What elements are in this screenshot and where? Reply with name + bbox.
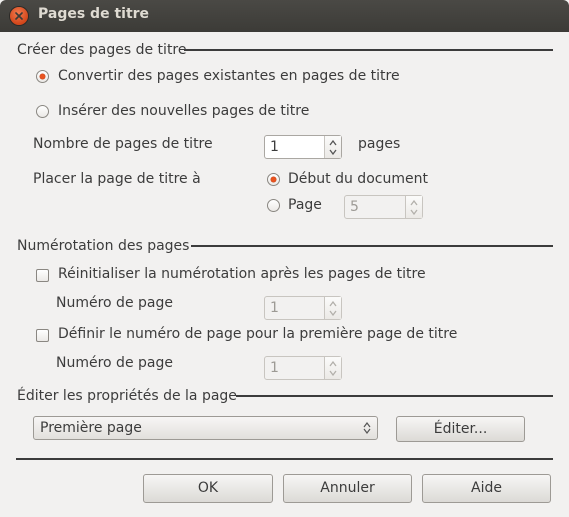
section-divider <box>191 245 553 247</box>
chevron-up-icon <box>329 301 337 307</box>
reset-numbering-label[interactable]: Réinitialiser la numérotation après les … <box>58 266 426 282</box>
page-radio-label[interactable]: Page <box>288 197 322 213</box>
chevron-down-icon <box>329 149 337 155</box>
insert-pages-label[interactable]: Insérer des nouvelles pages de titre <box>58 103 309 119</box>
set-page-number-stepper[interactable]: 1 <box>264 356 342 380</box>
section-divider <box>184 49 553 51</box>
stepper-arrows[interactable] <box>405 196 422 218</box>
set-page-number-checkbox[interactable] <box>36 329 49 342</box>
document-start-label[interactable]: Début du document <box>288 171 428 187</box>
page-style-value: Première page <box>40 420 142 436</box>
close-window-button[interactable] <box>10 7 28 25</box>
numbering-section-label: Numérotation des pages <box>17 238 190 254</box>
page-count-label: Nombre de pages de titre <box>33 136 213 152</box>
set-page-number-field-label: Numéro de page <box>56 355 173 371</box>
stepper-arrows[interactable] <box>324 136 341 158</box>
create-section-label: Créer des pages de titre <box>17 42 187 58</box>
page-radio[interactable] <box>267 199 280 212</box>
page-position-value: 5 <box>350 199 359 215</box>
page-position-stepper[interactable]: 5 <box>344 195 423 219</box>
reset-page-number-value: 1 <box>270 300 279 316</box>
reset-numbering-checkbox[interactable] <box>36 269 49 282</box>
convert-pages-label[interactable]: Convertir des pages existantes en pages … <box>58 68 400 84</box>
page-count-value: 1 <box>270 139 279 155</box>
chevron-down-icon <box>329 370 337 376</box>
stepper-arrows[interactable] <box>324 297 341 319</box>
cancel-button[interactable]: Annuler <box>283 474 412 503</box>
section-divider <box>236 395 553 397</box>
reset-page-number-label: Numéro de page <box>56 295 173 311</box>
chevron-down-icon <box>329 310 337 316</box>
set-page-number-value: 1 <box>270 360 279 376</box>
page-count-stepper[interactable]: 1 <box>264 135 342 159</box>
document-start-radio[interactable] <box>267 173 280 186</box>
reset-page-number-stepper[interactable]: 1 <box>264 296 342 320</box>
help-button[interactable]: Aide <box>422 474 551 503</box>
dialog-window: Pages de titre Créer des pages de titre … <box>0 0 569 517</box>
edit-section-label: Éditer les propriétés de la page <box>17 388 237 404</box>
stepper-arrows[interactable] <box>324 357 341 379</box>
set-page-number-label[interactable]: Définir le numéro de page pour la premiè… <box>58 326 457 342</box>
page-style-select[interactable]: Première page <box>33 416 378 440</box>
chevron-up-icon <box>410 200 418 206</box>
chevron-down-icon <box>410 209 418 215</box>
chevron-up-icon <box>329 361 337 367</box>
buttons-separator <box>16 458 553 460</box>
page-count-unit: pages <box>358 136 401 152</box>
convert-pages-radio[interactable] <box>36 70 49 83</box>
title-bar: Pages de titre <box>0 0 569 32</box>
place-title-label: Placer la page de titre à <box>33 171 201 187</box>
insert-pages-radio[interactable] <box>36 105 49 118</box>
updown-arrows-icon <box>363 422 371 434</box>
close-icon <box>15 12 23 20</box>
edit-page-button[interactable]: Éditer... <box>396 416 525 442</box>
chevron-up-icon <box>329 140 337 146</box>
ok-button[interactable]: OK <box>143 474 273 503</box>
window-title: Pages de titre <box>38 6 150 22</box>
